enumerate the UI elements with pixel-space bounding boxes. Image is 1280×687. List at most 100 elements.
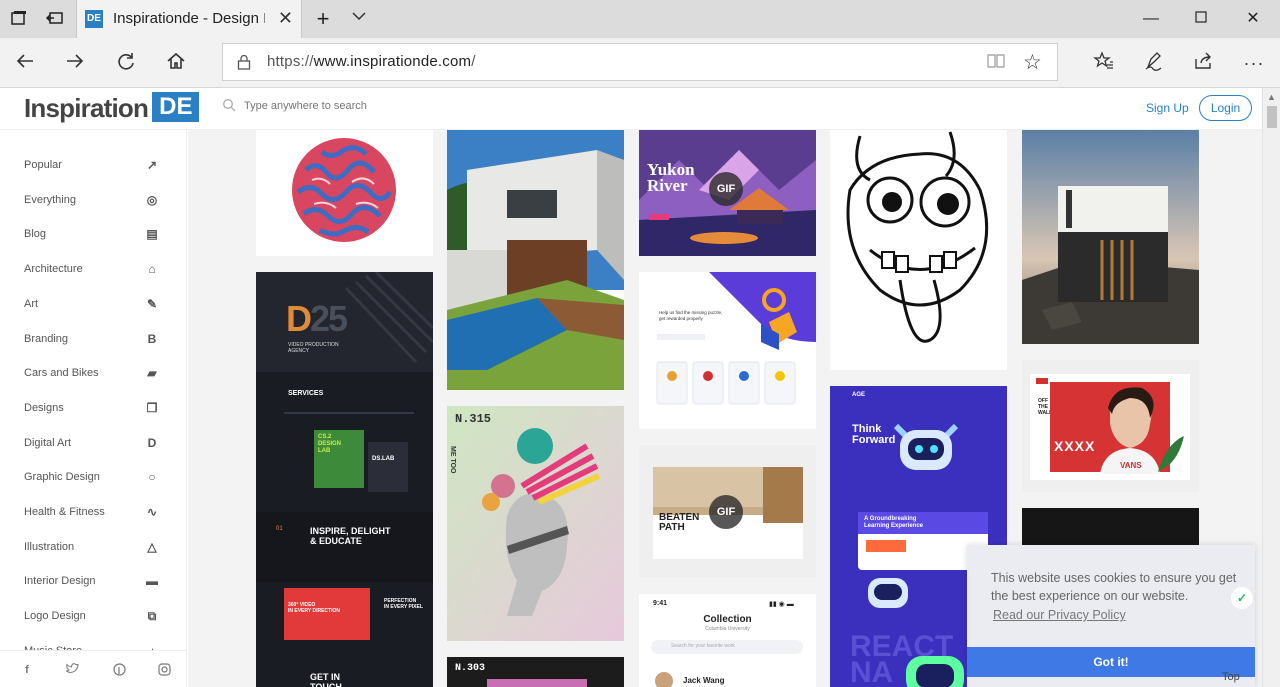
- gif-badge: GIF: [709, 495, 743, 529]
- forward-arrow-icon[interactable]: [62, 50, 88, 76]
- twitter-icon[interactable]: [64, 663, 79, 677]
- tab-title: Inspirationde - Design I: [113, 10, 265, 27]
- sidebar-item-art[interactable]: Art ✎: [24, 295, 164, 317]
- lock-icon: [237, 54, 251, 70]
- set-aside-tabs-icon[interactable]: [44, 8, 66, 30]
- d25-perfection: PERFECTION IN EVERY PIXEL: [384, 598, 423, 610]
- url-text[interactable]: https://www.inspirationde.com/: [267, 53, 476, 70]
- gif-badge: GIF: [709, 172, 743, 206]
- pen-icon[interactable]: [1141, 50, 1167, 76]
- d25-subtitle: VIDEO PRODUCTION AGENCY: [288, 342, 339, 354]
- tab-favicon: DE: [85, 10, 103, 28]
- gallery-card-monster-sketch[interactable]: [830, 130, 1007, 370]
- gallery-card-modern-house[interactable]: [447, 130, 624, 390]
- share-icon[interactable]: [1191, 50, 1217, 76]
- social-links: f: [0, 650, 186, 687]
- gallery-card-puzzle-landing[interactable]: Help us find the missing puzzle, get rew…: [639, 272, 816, 429]
- plus-icon[interactable]: +: [312, 8, 334, 30]
- sidebar-item-label: Blog: [24, 228, 47, 241]
- gallery-card-pattern-circle[interactable]: [256, 130, 433, 256]
- page-scrollbar[interactable]: ▲: [1262, 88, 1280, 687]
- sidebar-item-digital-art[interactable]: Digital Art D: [24, 434, 164, 456]
- gallery-card-n315[interactable]: N.315 ME TOO: [447, 406, 624, 641]
- sidebar-item-interior-design[interactable]: Interior Design ▬: [24, 572, 164, 594]
- sidebar-item-health-fitness[interactable]: Health & Fitness ∿: [24, 503, 164, 525]
- robot-small: [868, 578, 908, 608]
- gallery-card-vans[interactable]: OFF THE WALL VANS XXXX: [1022, 360, 1199, 492]
- triangle-icon: △: [147, 539, 157, 554]
- more-icon[interactable]: ···: [1241, 50, 1267, 76]
- pinterest-icon[interactable]: [112, 663, 126, 677]
- sidebar-item-cars-and-bikes[interactable]: Cars and Bikes ▰: [24, 364, 164, 386]
- sidebar-item-label: Popular: [24, 159, 62, 171]
- sidebar-item-logo-design[interactable]: Logo Design ⧉: [24, 607, 164, 629]
- d25-video-thumb: 360° VIDEO IN EVERY DIRECTION: [284, 588, 370, 640]
- sidebar-item-label: Branding: [24, 332, 69, 345]
- gallery-card-desert-house[interactable]: [1022, 130, 1199, 344]
- pattern-circle-image: [256, 130, 433, 256]
- category-sidebar: Popular ↗ Everything ◎ Blog ▤ Architecture ⌂ Art…: [0, 130, 187, 687]
- gallery-card-beaten-path[interactable]: BEATEN PATH GIF: [639, 445, 816, 578]
- gallery-card-yukon-river[interactable]: Yukon River GIF: [639, 130, 816, 256]
- scroll-top-link[interactable]: Top: [1222, 671, 1240, 683]
- sidebar-item-branding[interactable]: Branding B: [24, 330, 164, 352]
- pulse-icon: ∿: [146, 505, 158, 519]
- active-tab[interactable]: DE Inspirationde - Design I ✕: [76, 0, 302, 38]
- b-letter-icon: B: [147, 331, 157, 346]
- sidebar-item-graphic-design[interactable]: Graphic Design ○: [24, 468, 164, 490]
- gallery-card-collection-app[interactable]: 9:41 ▮▮ ◉ ▬ Collection Columbia Universi…: [639, 594, 816, 687]
- scroll-thumb[interactable]: [1267, 106, 1277, 128]
- sidebar-item-designs[interactable]: Designs ❐: [24, 399, 164, 421]
- privacy-policy-link[interactable]: Read our Privacy Policy: [993, 608, 1126, 622]
- search-icon: [222, 98, 236, 112]
- star-icon[interactable]: ☆: [1023, 50, 1042, 75]
- address-bar[interactable]: https://www.inspirationde.com/ ☆: [222, 43, 1058, 81]
- sidebar-item-blog[interactable]: Blog ▤: [24, 225, 164, 247]
- minimize-icon[interactable]: —: [1136, 6, 1166, 32]
- sidebar-item-label: Interior Design: [24, 575, 96, 588]
- collection-subtitle: Columbia University: [705, 626, 750, 632]
- collection-time: 9:41: [653, 600, 668, 607]
- favorites-icon[interactable]: [1091, 50, 1117, 76]
- tab-manager-icon[interactable]: [8, 8, 30, 30]
- browser-nav-bar: https://www.inspirationde.com/ ☆ ···: [0, 38, 1280, 88]
- chevron-down-icon[interactable]: [348, 8, 370, 30]
- sidebar-item-architecture[interactable]: Architecture ⌂: [24, 260, 164, 282]
- collection-title: Collection: [703, 614, 752, 625]
- cookie-message: This website uses cookies to ensure you …: [991, 571, 1237, 603]
- instagram-icon[interactable]: [157, 663, 171, 677]
- search-input[interactable]: [244, 96, 544, 116]
- signup-link[interactable]: Sign Up: [1146, 101, 1189, 115]
- window-close-icon[interactable]: ✕: [1238, 6, 1268, 32]
- screens-icon: ⧉: [147, 609, 157, 624]
- sidebar-item-everything[interactable]: Everything ◎: [24, 191, 164, 213]
- sidebar-item-label: Graphic Design: [24, 471, 100, 484]
- maximize-icon[interactable]: [1186, 6, 1216, 32]
- sidebar-item-label: Illustration: [24, 540, 75, 553]
- close-icon[interactable]: ✕: [278, 9, 293, 27]
- think-age: AGE: [852, 392, 866, 398]
- sofa-icon: ▬: [146, 574, 158, 589]
- n315-title: N.315: [455, 412, 492, 426]
- facebook-icon[interactable]: f: [20, 663, 34, 677]
- d25-inspire-section: 01 INSPIRE, DELIGHT & EDUCATE: [256, 512, 433, 582]
- scroll-up-icon[interactable]: ▲: [1267, 92, 1276, 102]
- gallery-card-n303[interactable]: N.303: [447, 657, 624, 687]
- gallery-card-d25-agency[interactable]: D25 VIDEO PRODUCTION AGENCY SERVICES CS.…: [256, 272, 433, 687]
- d25-lab-thumb: CS.2 DESIGN LAB: [314, 430, 364, 488]
- login-button[interactable]: Login: [1199, 95, 1252, 121]
- site-header: Inspiration DE Sign Up Login: [0, 88, 1262, 130]
- cookie-accept-button[interactable]: Got it!: [967, 647, 1255, 677]
- reading-view-icon[interactable]: [987, 53, 1005, 74]
- home-icon[interactable]: [163, 50, 189, 76]
- puzzle-landing-image: [639, 272, 816, 429]
- refresh-icon[interactable]: [113, 50, 139, 76]
- sidebar-item-label: Everything: [24, 193, 76, 206]
- sidebar-item-illustration[interactable]: Illustration △: [24, 538, 164, 560]
- site-logo[interactable]: Inspiration DE: [24, 92, 200, 126]
- back-arrow-icon[interactable]: [12, 50, 38, 76]
- d25-services: SERVICES: [288, 390, 324, 397]
- beaten-title: BEATEN PATH: [659, 512, 700, 533]
- d25-lab-panel: DS.LAB: [368, 442, 408, 492]
- sidebar-item-popular[interactable]: Popular ↗: [24, 156, 164, 178]
